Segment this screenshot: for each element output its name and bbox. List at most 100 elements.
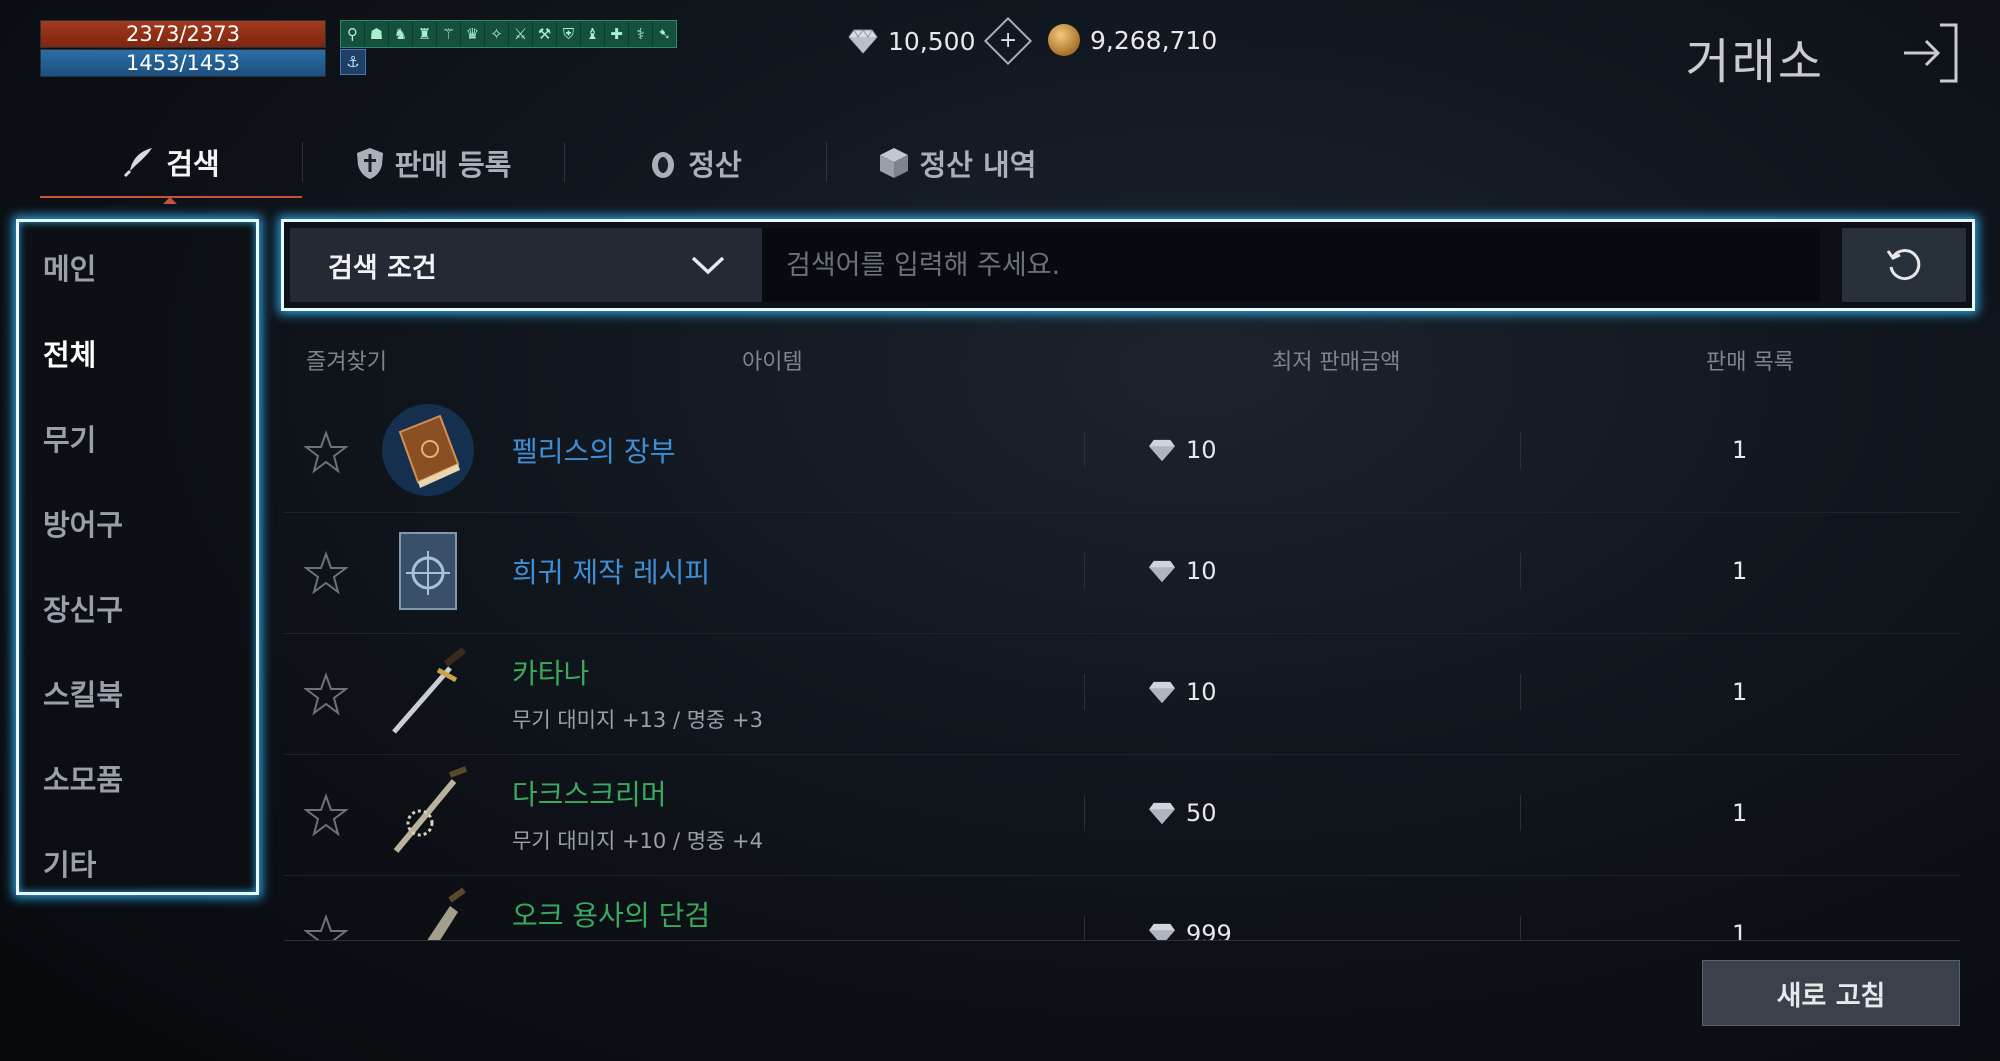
table-row[interactable]: 희귀 제작 레시피 10 1	[284, 513, 1960, 634]
plus-icon: +	[999, 28, 1018, 53]
listing-count: 1	[1732, 557, 1748, 585]
column-divider	[1520, 432, 1521, 468]
tab-label: 정산 내역	[919, 148, 1037, 182]
tab-divider	[302, 142, 303, 182]
buff-icon: ⚚	[437, 21, 460, 47]
price-value: 50	[1186, 799, 1217, 827]
table-row[interactable]: 펠리스의 장부 10 1	[284, 392, 1960, 513]
dagger-icon	[427, 887, 466, 940]
shield-icon	[356, 148, 383, 179]
buff-icon: ♝	[581, 21, 604, 47]
column-divider	[1084, 916, 1085, 940]
buff-icon: ♜	[413, 21, 436, 47]
header-min-price: 최저 판매금액	[1272, 350, 1401, 375]
buff-icon: ⚓	[340, 49, 366, 75]
search-condition-label: 검색 조건	[328, 252, 437, 284]
diamond-icon	[1149, 923, 1175, 940]
diamond-icon	[848, 29, 878, 54]
column-divider	[1084, 553, 1085, 589]
buff-icon: ➷	[653, 21, 676, 47]
listing-count: 1	[1732, 799, 1748, 827]
tab-sell-register[interactable]: 판매 등록	[302, 128, 564, 198]
buff-icon: ✚	[605, 21, 628, 47]
price-value: 10	[1186, 557, 1217, 585]
diamond-icon	[1149, 560, 1175, 583]
hp-bar: 2373/2373	[40, 20, 326, 48]
diamond-icon	[1149, 439, 1175, 462]
item-stats: 무기 대미지 +10 / 명중 +4	[512, 829, 763, 853]
search-input[interactable]	[762, 228, 1820, 302]
star-icon[interactable]	[304, 430, 348, 474]
buff-icon: ⚒	[533, 21, 556, 47]
price-value: 999	[1186, 920, 1232, 940]
recipe-scroll-icon	[399, 532, 457, 610]
item-price: 10	[1148, 678, 1217, 706]
item-price: 10	[1148, 436, 1217, 464]
column-divider	[1520, 674, 1521, 710]
buff-icon: ☗	[365, 21, 388, 47]
tab-bar: 검색 판매 등록 정산 정산 내역	[40, 128, 1088, 198]
search-bar: 검색 조건	[281, 219, 1975, 311]
buff-bar: ⚲ ☗ ♞ ♜ ⚚ ♛ ✧ ⚔ ⚒ ⛨ ♝ ✚ ⚕ ➷	[340, 20, 677, 48]
column-divider	[1084, 795, 1085, 831]
star-icon[interactable]	[304, 672, 348, 716]
sidebar-item-all[interactable]: 전체	[43, 332, 96, 374]
exit-icon[interactable]	[1902, 22, 1958, 84]
column-divider	[1520, 916, 1521, 940]
buff-icon: ♛	[461, 21, 484, 47]
gold-currency: 9,268,710	[1048, 24, 1217, 56]
box-icon	[879, 148, 908, 178]
tab-label: 판매 등록	[394, 148, 512, 182]
table-row[interactable]: 오크 용사의 단검 999 1	[284, 876, 1960, 940]
search-condition-dropdown[interactable]: 검색 조건	[290, 228, 762, 302]
table-row[interactable]: 다크스크리머 무기 대미지 +10 / 명중 +4 50 1	[284, 755, 1960, 876]
buff-icon: ⚲	[341, 21, 364, 47]
listing-count: 1	[1732, 678, 1748, 706]
listing-count: 1	[1732, 436, 1748, 464]
refresh-button[interactable]: 새로 고침	[1702, 960, 1960, 1026]
column-divider	[1084, 674, 1085, 710]
star-icon[interactable]	[304, 914, 348, 940]
column-divider	[1520, 553, 1521, 589]
item-name: 오크 용사의 단검	[512, 899, 711, 932]
tab-settlement-history[interactable]: 정산 내역	[826, 128, 1088, 198]
item-price: 999	[1148, 920, 1232, 940]
item-name: 다크스크리머	[512, 778, 667, 811]
quill-icon	[124, 148, 153, 178]
diamond-currency: 10,500 +	[848, 16, 1033, 66]
buff-icon: ♞	[389, 21, 412, 47]
item-name: 희귀 제작 레시피	[512, 556, 711, 589]
page-title: 거래소	[1685, 34, 1824, 90]
table-row[interactable]: 카타나 무기 대미지 +13 / 명중 +3 10 1	[284, 634, 1960, 755]
diamond-amount: 10,500	[888, 26, 976, 56]
header-listings: 판매 목록	[1706, 350, 1794, 375]
sidebar-item-main[interactable]: 메인	[43, 246, 96, 288]
gold-amount: 9,268,710	[1090, 25, 1218, 55]
item-price: 50	[1148, 799, 1217, 827]
tab-search[interactable]: 검색	[40, 128, 302, 198]
gold-coin-icon	[1048, 24, 1080, 56]
add-diamond-button[interactable]: +	[984, 16, 1033, 66]
buff-icon: ⚔	[509, 21, 532, 47]
refresh-icon	[1886, 249, 1921, 281]
item-list: 펠리스의 장부 10 1 희귀 제작 레시피 10 1 카타나 무기 대미지 +…	[0, 392, 2000, 940]
tab-settlement[interactable]: 정산	[564, 128, 826, 198]
column-divider	[1520, 795, 1521, 831]
diamond-icon	[1149, 802, 1175, 825]
diamond-icon	[1149, 681, 1175, 704]
pouch-icon	[652, 152, 675, 178]
header-favorite: 즐겨찾기	[306, 350, 387, 375]
buff-icon: ⛨	[557, 21, 580, 47]
item-name: 펠리스의 장부	[512, 435, 676, 468]
reset-search-button[interactable]	[1842, 228, 1966, 302]
price-value: 10	[1186, 678, 1217, 706]
item-stats: 무기 대미지 +13 / 명중 +3	[512, 708, 763, 732]
tab-divider	[826, 142, 827, 182]
mp-bar: 1453/1453	[40, 49, 326, 77]
tab-label: 정산	[688, 148, 742, 182]
star-icon[interactable]	[304, 793, 348, 837]
star-icon[interactable]	[304, 551, 348, 595]
buff-icon: ⚕	[629, 21, 652, 47]
spiked-sword-icon	[393, 766, 468, 853]
katana-icon	[392, 647, 467, 734]
